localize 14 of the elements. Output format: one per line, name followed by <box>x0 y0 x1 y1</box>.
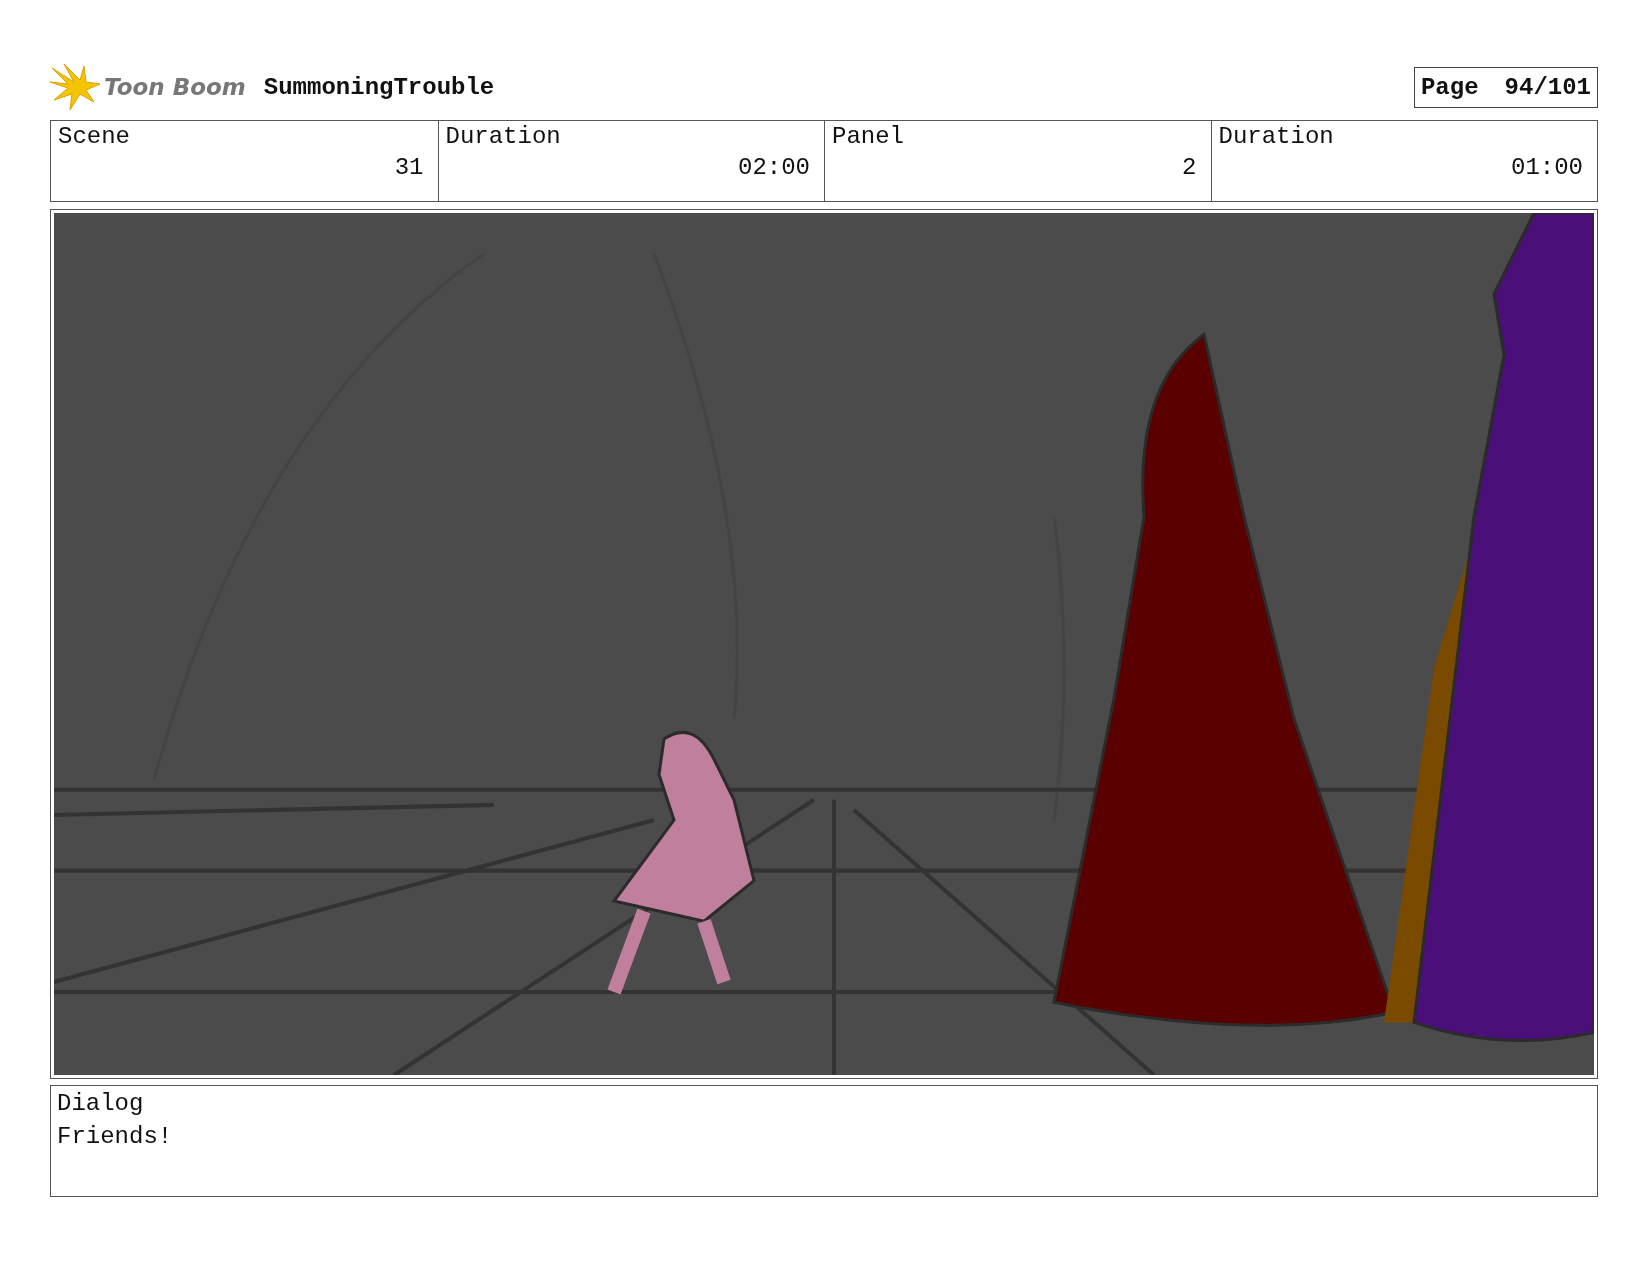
starburst-icon <box>50 62 102 112</box>
project-title: SummoningTrouble <box>263 73 495 101</box>
dialog-label: Dialog <box>57 1090 145 1117</box>
field-label: Duration <box>1218 123 1335 150</box>
field-value: 01:00 <box>1511 154 1583 181</box>
field-value: 02:00 <box>738 154 810 181</box>
field-label: Duration <box>445 123 562 150</box>
dialog-text: Friends! <box>57 1123 174 1150</box>
field-value: 2 <box>1182 154 1197 181</box>
field-label: Panel <box>832 123 905 150</box>
page-indicator: Page 94/101 <box>1413 66 1598 108</box>
logo-text: Toon Boom <box>104 74 246 100</box>
field-label: Scene <box>58 123 131 150</box>
field-value: 31 <box>394 154 424 181</box>
